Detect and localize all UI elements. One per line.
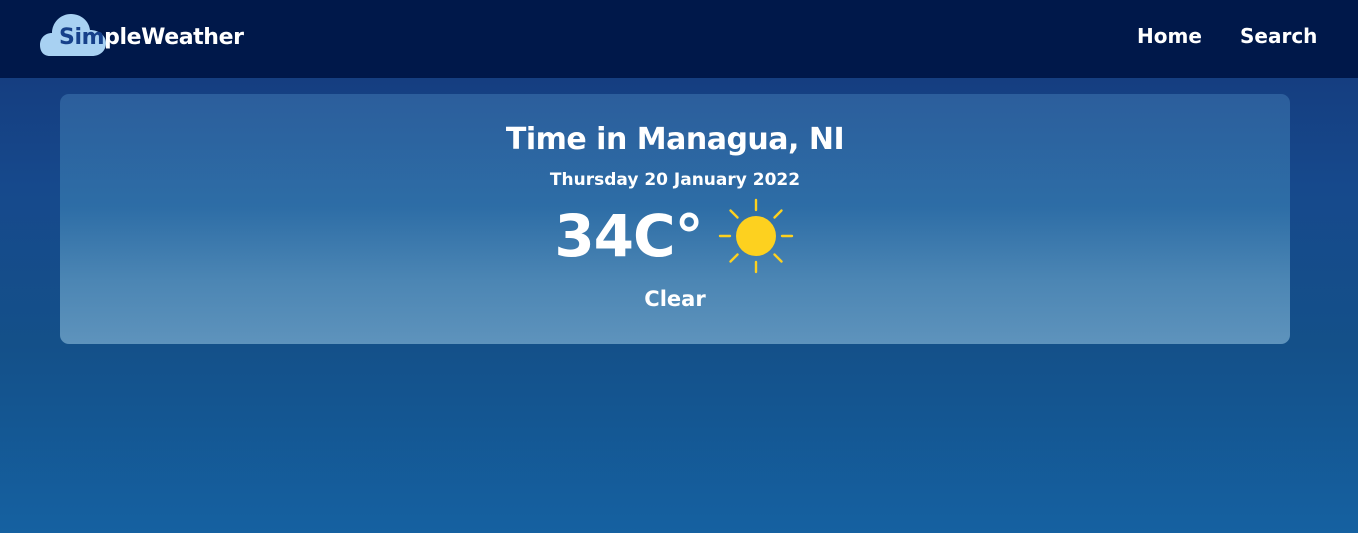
sun-icon [718,198,793,274]
logo-text-part-1: Sim [59,25,105,50]
logo-text: SimpleWeather [59,25,244,50]
location-title: Time in Managua, NI [505,122,845,157]
weather-condition: Clear [644,287,706,311]
nav-home-link[interactable]: Home [1137,24,1202,48]
temperature-row: 34C° [60,196,1290,276]
date-label: Thursday 20 January 2022 [549,170,801,190]
weather-card: Time in Managua, NI Thursday 20 January … [60,94,1290,344]
temperature-value: 34C° [554,202,703,270]
logo[interactable]: SimpleWeather [40,12,260,60]
logo-text-part-2: pleWeather [104,25,244,50]
nav-search-link[interactable]: Search [1240,24,1317,48]
navbar: SimpleWeather Home Search [0,0,1358,78]
